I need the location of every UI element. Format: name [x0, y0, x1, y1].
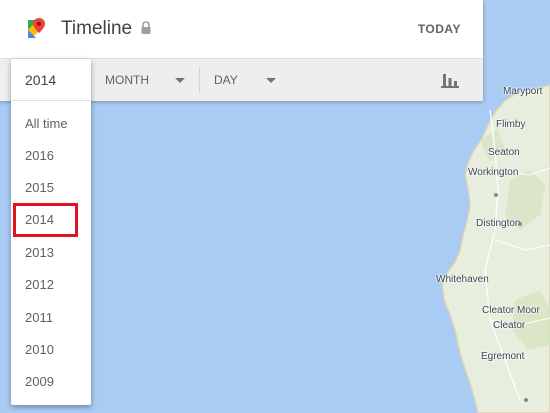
year-option-2015[interactable]: 2015: [25, 180, 54, 195]
year-option-2013[interactable]: 2013: [25, 245, 54, 260]
month-select[interactable]: MONTH: [105, 59, 190, 101]
place-dot: [494, 193, 498, 197]
place-label-egremont: Egremont: [481, 351, 525, 362]
place-label-maryport: Maryport: [503, 86, 543, 97]
place-dot: [518, 222, 522, 226]
place-label-whitehaven: Whitehaven: [436, 274, 489, 285]
place-label-flimby: Flimby: [496, 119, 526, 130]
place-label-cleator: Cleator: [493, 320, 526, 331]
year-option-2009[interactable]: 2009: [25, 374, 54, 389]
selection-highlight-box: [13, 203, 78, 237]
year-option-2012[interactable]: 2012: [25, 277, 54, 292]
chevron-down-icon: [266, 78, 276, 83]
year-option-2010[interactable]: 2010: [25, 342, 54, 357]
chevron-down-icon: [175, 78, 185, 83]
day-select[interactable]: DAY: [214, 59, 279, 101]
year-option-2011[interactable]: 2011: [25, 310, 53, 325]
year-option-all-time[interactable]: All time: [25, 116, 68, 131]
timeline-header: Timeline TODAY: [0, 0, 483, 58]
year-dropdown-current[interactable]: 2014: [25, 72, 56, 88]
today-button[interactable]: TODAY: [418, 22, 461, 36]
page-title: Timeline: [61, 18, 133, 39]
place-label-cleator-moor: Cleator Moor: [482, 305, 540, 316]
bar-chart-icon[interactable]: [441, 72, 459, 88]
day-select-label: DAY: [214, 73, 238, 87]
dropdown-divider: [11, 100, 91, 101]
month-select-label: MONTH: [105, 73, 149, 87]
google-maps-pin-icon: [28, 18, 45, 38]
place-dot: [524, 398, 528, 402]
place-label-distington: Distington: [476, 218, 521, 229]
place-label-seaton: Seaton: [488, 147, 520, 158]
place-label-workington: Workington: [468, 167, 519, 178]
toolbar-divider: [199, 67, 200, 93]
year-option-2016[interactable]: 2016: [25, 148, 54, 163]
lock-icon: [141, 21, 151, 34]
